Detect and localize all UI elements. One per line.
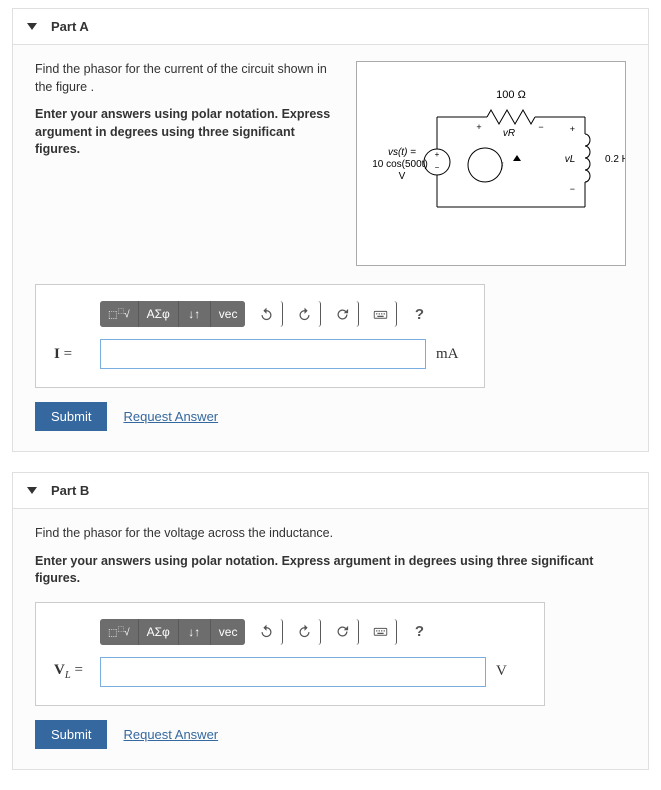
request-answer-link-a[interactable]: Request Answer (123, 409, 218, 424)
redo-button[interactable] (289, 301, 321, 327)
vec-button[interactable]: vec (211, 619, 246, 645)
svg-text:+: + (435, 150, 440, 159)
part-b-body: Find the phasor for the voltage across t… (13, 509, 648, 769)
submit-button-a[interactable]: Submit (35, 402, 107, 431)
part-b-title: Part B (51, 483, 89, 498)
templates-button[interactable]: ⬚⬚√ (100, 619, 139, 645)
subsup-button[interactable]: ↓↑ (179, 301, 211, 327)
undo-button[interactable] (251, 619, 283, 645)
vec-button[interactable]: vec (211, 301, 246, 327)
part-a-body: Find the phasor for the current of the c… (13, 45, 648, 451)
toolbar-a: ⬚⬚√ ΑΣφ ↓↑ vec ? (100, 301, 466, 327)
svg-text:−: − (570, 184, 575, 194)
undo-button[interactable] (251, 301, 283, 327)
part-b-prompt: Find the phasor for the voltage across t… (35, 525, 626, 543)
variable-label-a: I = (54, 346, 90, 363)
part-a-title: Part A (51, 19, 89, 34)
part-b-answer-block: ⬚⬚√ ΑΣφ ↓↑ vec ? VL = V (35, 602, 545, 706)
svg-text:−: − (538, 122, 543, 132)
answer-input-a[interactable] (100, 339, 426, 369)
variable-label-b: VL = (54, 662, 90, 681)
svg-text:vs(t) =: vs(t) = (388, 147, 416, 158)
help-button[interactable]: ? (403, 301, 435, 327)
help-button[interactable]: ? (403, 619, 435, 645)
part-a-header[interactable]: Part A (13, 9, 648, 45)
caret-down-icon (27, 487, 37, 494)
request-answer-link-b[interactable]: Request Answer (123, 727, 218, 742)
svg-text:vL: vL (565, 154, 576, 165)
svg-text:10 cos(500t): 10 cos(500t) (372, 159, 428, 170)
toolbar-b: ⬚⬚√ ΑΣφ ↓↑ vec ? (100, 619, 526, 645)
greek-button[interactable]: ΑΣφ (139, 301, 179, 327)
unit-label-a: mA (436, 346, 466, 363)
part-b-header[interactable]: Part B (13, 473, 648, 509)
part-b: Part B Find the phasor for the voltage a… (12, 472, 649, 770)
part-a: Part A Find the phasor for the current o… (12, 8, 649, 452)
svg-text:+: + (476, 122, 481, 132)
svg-text:V: V (399, 171, 406, 182)
svg-text:vR: vR (503, 128, 515, 139)
greek-button[interactable]: ΑΣφ (139, 619, 179, 645)
unit-label-b: V (496, 663, 526, 680)
part-b-instruction: Enter your answers using polar notation.… (35, 553, 626, 588)
svg-text:+: + (570, 124, 575, 134)
resistor-label: 100 Ω (496, 89, 526, 101)
part-a-answer-block: ⬚⬚√ ΑΣφ ↓↑ vec ? I = mA (35, 284, 485, 388)
keyboard-button[interactable] (365, 301, 397, 327)
reset-button[interactable] (327, 301, 359, 327)
caret-down-icon (27, 23, 37, 30)
svg-text:−: − (435, 163, 440, 172)
svg-text:i: i (501, 162, 504, 173)
templates-button[interactable]: ⬚⬚√ (100, 301, 139, 327)
redo-button[interactable] (289, 619, 321, 645)
part-a-instruction: Enter your answers using polar notation.… (35, 106, 335, 159)
circuit-figure: + − 100 Ω + vR − vs(t) = 10 cos(500t) V … (356, 61, 626, 266)
part-a-prompt: Find the phasor for the current of the c… (35, 61, 335, 96)
subsup-button[interactable]: ↓↑ (179, 619, 211, 645)
answer-input-b[interactable] (100, 657, 486, 687)
svg-text:0.2 H: 0.2 H (605, 154, 625, 165)
submit-button-b[interactable]: Submit (35, 720, 107, 749)
reset-button[interactable] (327, 619, 359, 645)
keyboard-button[interactable] (365, 619, 397, 645)
